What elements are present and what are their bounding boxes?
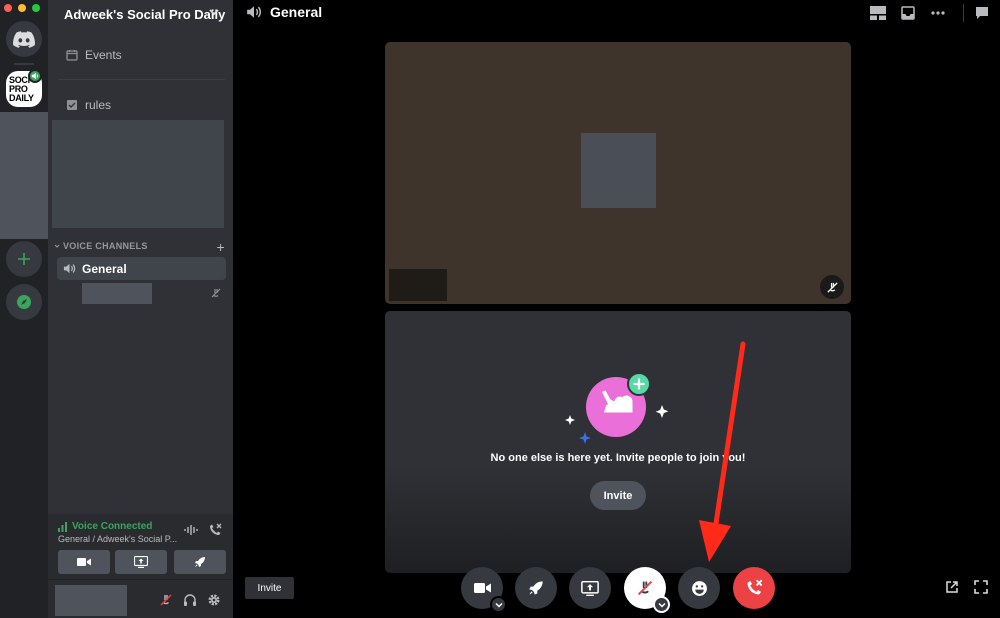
microphone-muted-icon	[160, 594, 172, 606]
window-close-button[interactable]	[4, 4, 12, 12]
voice-channel-path: General / Adweek's Social P...	[58, 534, 178, 544]
disconnect-button[interactable]	[733, 567, 775, 609]
server-rail: SOCI PRO DAILY	[0, 0, 48, 618]
smiley-icon	[691, 580, 707, 596]
discord-logo-icon	[13, 30, 35, 48]
camera-icon	[473, 583, 491, 593]
participant-muted-indicator	[820, 275, 844, 299]
rail-separator	[14, 63, 34, 65]
camera-toggle-button[interactable]	[461, 567, 507, 613]
home-button[interactable]	[6, 21, 42, 57]
screen-share-icon	[134, 556, 148, 568]
phone-hangup-icon	[747, 579, 763, 595]
discord-app: SOCI PRO DAILY Adweek's Social Pro Daily…	[0, 0, 1000, 618]
rocket-icon	[195, 557, 205, 567]
voice-channel-general[interactable]: General	[57, 257, 226, 280]
microphone-muted-icon	[826, 281, 838, 293]
create-channel-plus-icon[interactable]: +	[217, 239, 225, 255]
call-header: General	[246, 4, 322, 20]
window-minimize-button[interactable]	[18, 4, 26, 12]
rocket-icon	[529, 581, 543, 595]
chevron-down-icon	[54, 244, 60, 248]
camera-icon	[77, 558, 91, 566]
layout-grid-icon[interactable]	[869, 4, 887, 22]
invite-people-button[interactable]: Invite	[590, 481, 646, 510]
noise-suppression-icon[interactable]	[184, 524, 198, 536]
category-label: VOICE CHANNELS	[63, 241, 148, 251]
more-options-icon[interactable]	[929, 4, 947, 22]
microphone-muted-icon	[211, 288, 221, 298]
server-voice-speaker-icon	[28, 69, 42, 83]
invite-empty-tile: No one else is here yet. Invite people t…	[385, 311, 851, 573]
calendar-icon	[65, 48, 79, 62]
participant-name-tag	[389, 269, 447, 301]
video-toggle-button[interactable]	[58, 550, 110, 574]
headphones-icon	[184, 594, 196, 606]
gear-icon	[208, 594, 220, 606]
channel-events[interactable]: Events	[58, 44, 225, 66]
guild-header[interactable]: Adweek's Social Pro Daily	[48, 0, 233, 28]
invite-button[interactable]: Invite	[245, 577, 294, 599]
mute-toggle-button[interactable]	[158, 592, 174, 608]
voice-channel-label: General	[82, 261, 127, 276]
channel-label: Events	[85, 48, 122, 62]
server-logo-text: DAILY	[9, 92, 34, 103]
toolbar-separator	[963, 4, 964, 22]
voice-call-view: General No one else is here yet. Invite …	[233, 0, 1000, 618]
explore-servers-button[interactable]	[6, 284, 42, 320]
empty-state-message: No one else is here yet. Invite people t…	[490, 452, 746, 464]
rail-hidden-servers	[0, 112, 48, 239]
channel-rules[interactable]: rules	[58, 94, 225, 116]
inbox-icon[interactable]	[899, 4, 917, 22]
guild-name: Adweek's Social Pro Daily	[64, 6, 226, 22]
voice-status-text: Voice Connected	[72, 521, 153, 532]
speaker-icon	[246, 4, 262, 20]
checkbox-icon	[65, 98, 79, 112]
activity-toggle-button[interactable]	[174, 550, 226, 574]
microphone-muted-icon	[637, 580, 653, 596]
camera-options-chevron-icon[interactable]	[490, 596, 507, 613]
pop-out-icon[interactable]	[943, 578, 961, 596]
user-settings-button[interactable]	[206, 592, 222, 608]
screen-share-toggle-button[interactable]	[115, 550, 167, 574]
participant-tile[interactable]	[385, 42, 851, 304]
disconnect-call-icon[interactable]	[208, 523, 222, 537]
screen-share-icon	[581, 580, 599, 596]
mute-microphone-button[interactable]	[624, 567, 670, 613]
add-server-button[interactable]	[6, 241, 42, 277]
redacted-voice-user[interactable]	[82, 283, 152, 304]
chevron-down-icon	[209, 9, 219, 16]
user-panel	[48, 580, 233, 618]
redacted-channel-list	[52, 120, 224, 228]
deafen-toggle-button[interactable]	[182, 592, 198, 608]
chat-icon[interactable]	[973, 4, 991, 22]
channel-sidebar: Adweek's Social Pro Daily Events rules V…	[48, 0, 233, 618]
voice-status[interactable]: Voice Connected	[58, 521, 152, 532]
sidebar-divider	[58, 79, 225, 80]
mic-options-chevron-icon[interactable]	[653, 596, 670, 613]
fullscreen-icon[interactable]	[972, 578, 990, 596]
window-zoom-button[interactable]	[32, 4, 40, 12]
speaker-icon	[63, 262, 76, 275]
invite-people-illustration	[565, 372, 669, 444]
participant-avatar	[581, 133, 656, 208]
call-channel-title: General	[270, 4, 323, 20]
redacted-user-info[interactable]	[55, 585, 127, 616]
compass-icon	[17, 295, 31, 309]
signal-bars-icon	[58, 521, 68, 532]
voice-connected-panel: Voice Connected General / Adweek's Socia…	[48, 514, 233, 580]
voice-channels-category[interactable]: VOICE CHANNELS +	[54, 239, 225, 255]
soundboard-emoji-button[interactable]	[678, 567, 720, 609]
activity-button[interactable]	[515, 567, 557, 609]
plus-icon	[18, 253, 30, 265]
screen-share-button[interactable]	[569, 567, 611, 609]
channel-label: rules	[85, 98, 112, 112]
